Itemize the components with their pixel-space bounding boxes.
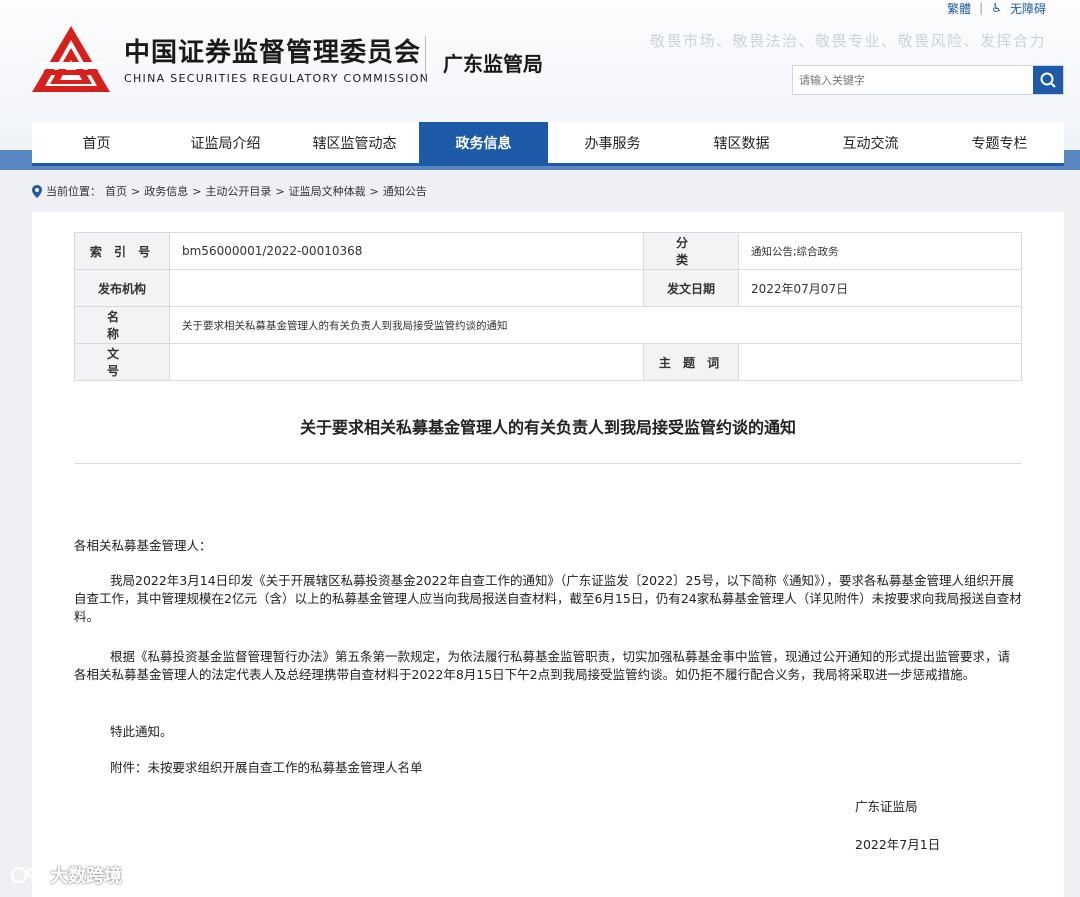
meta-row: 名 称 关于要求相关私募基金管理人的有关负责人到我局接受监管约谈的通知 [74,306,1022,344]
publisher-value [169,269,644,307]
meta-row: 索 引 号 bm56000001/2022-00010368 分 类 通知公告;… [74,232,1022,270]
document-title: 关于要求相关私募基金管理人的有关负责人到我局接受监管约谈的通知 [299,418,796,437]
breadcrumb-separator: > [275,184,285,198]
nav-regional-updates[interactable]: 辖区监管动态 [290,122,419,163]
breadcrumb-item-disclosure-catalog[interactable]: 主动公开目录 [205,183,271,199]
csrc-logo[interactable] [30,24,112,94]
breadcrumb-prefix: 当前位置： [46,185,101,198]
paragraph-3: 特此通知。 [110,724,173,739]
top-links: 繁體 | ♿ 无障碍 [947,0,1046,16]
salutation: 各相关私募基金管理人： [74,538,212,553]
nav-special-topics[interactable]: 专题专栏 [935,122,1064,163]
watermark-logo-icon [10,866,44,884]
nav-gov-info[interactable]: 政务信息 [419,122,548,163]
meta-row: 发布机构 发文日期 2022年07月07日 [74,269,1022,307]
title-divider [425,36,426,82]
attachment-link[interactable]: 未按要求组织开展自查工作的私募基金管理人名单 [148,760,423,775]
breadcrumb-item-doc-types[interactable]: 证监局文种体裁 [289,183,366,199]
nav-interaction[interactable]: 互动交流 [806,122,935,163]
title-divider-line [74,463,1022,464]
bureau-name: 广东监管局 [443,52,543,76]
attachment-label: 附件： [110,760,148,775]
sign-date: 2022年7月1日 [855,837,941,852]
name-label: 名 称 [74,306,170,344]
meta-row: 文 号 主 题 词 [74,343,1022,381]
accessibility-link[interactable]: 无障碍 [1010,0,1046,17]
subject-label: 主 题 词 [643,343,739,381]
search-icon [1040,72,1056,88]
date-value: 2022年07月07日 [738,269,1022,307]
category-value: 通知公告;综合政务 [738,232,1022,270]
watermark: 大数跨境 [10,862,122,888]
category-label: 分 类 [643,232,739,270]
search-button[interactable] [1033,66,1063,94]
breadcrumb-separator: > [369,184,379,198]
search-input[interactable] [793,66,1033,94]
nav-regional-data[interactable]: 辖区数据 [677,122,806,163]
subject-value [738,343,1022,381]
breadcrumb-separator: > [192,184,202,198]
top-links-separator: | [979,1,984,15]
docno-value [169,343,644,381]
document-meta-table: 索 引 号 bm56000001/2022-00010368 分 类 通知公告;… [74,232,1022,381]
breadcrumb-item-home[interactable]: 首页 [105,183,127,199]
breadcrumb-item-gov-info[interactable]: 政务信息 [144,183,188,199]
motto: 敬畏市场、敬畏法治、敬畏专业、敬畏风险、发挥合力 [649,32,1046,50]
commission-en-title: CHINA SECURITIES REGULATORY COMMISSION [124,72,430,85]
watermark-text: 大数跨境 [50,866,122,887]
main-nav: 首页 证监局介绍 辖区监管动态 政务信息 办事服务 辖区数据 互动交流 专题专栏 [32,122,1064,166]
location-pin-icon [32,184,42,198]
paragraph-1: 我局2022年3月14日印发《关于开展辖区私募投资基金2022年自查工作的通知》… [74,573,1022,624]
search-box [792,65,1064,95]
nav-home[interactable]: 首页 [32,122,161,163]
name-value: 关于要求相关私募基金管理人的有关负责人到我局接受监管约谈的通知 [169,306,1022,344]
content-panel: 索 引 号 bm56000001/2022-00010368 分 类 通知公告;… [32,212,1064,897]
nav-bureau-intro[interactable]: 证监局介绍 [161,122,290,163]
breadcrumb-item-notices[interactable]: 通知公告 [383,183,427,199]
signer: 广东证监局 [855,799,918,814]
docno-label: 文 号 [74,343,170,381]
breadcrumb-separator: > [131,184,141,198]
breadcrumb: 当前位置： 首页 > 政务信息 > 主动公开目录 > 证监局文种体裁 > 通知公… [32,183,427,199]
index-label: 索 引 号 [74,232,170,270]
publisher-label: 发布机构 [74,269,170,307]
traditional-chinese-link[interactable]: 繁體 [947,0,971,17]
attachment-line: 附件：未按要求组织开展自查工作的私募基金管理人名单 [74,759,1022,777]
paragraph-2: 根据《私募投资基金监督管理暂行办法》第五条第一款规定，为依法履行私募基金监管职责… [74,649,1011,682]
date-label: 发文日期 [643,269,739,307]
commission-cn-title: 中国证券监督管理委员会 [124,38,422,68]
index-value: bm56000001/2022-00010368 [169,232,644,270]
nav-services[interactable]: 办事服务 [548,122,677,163]
accessibility-icon[interactable]: ♿ [991,1,1002,15]
